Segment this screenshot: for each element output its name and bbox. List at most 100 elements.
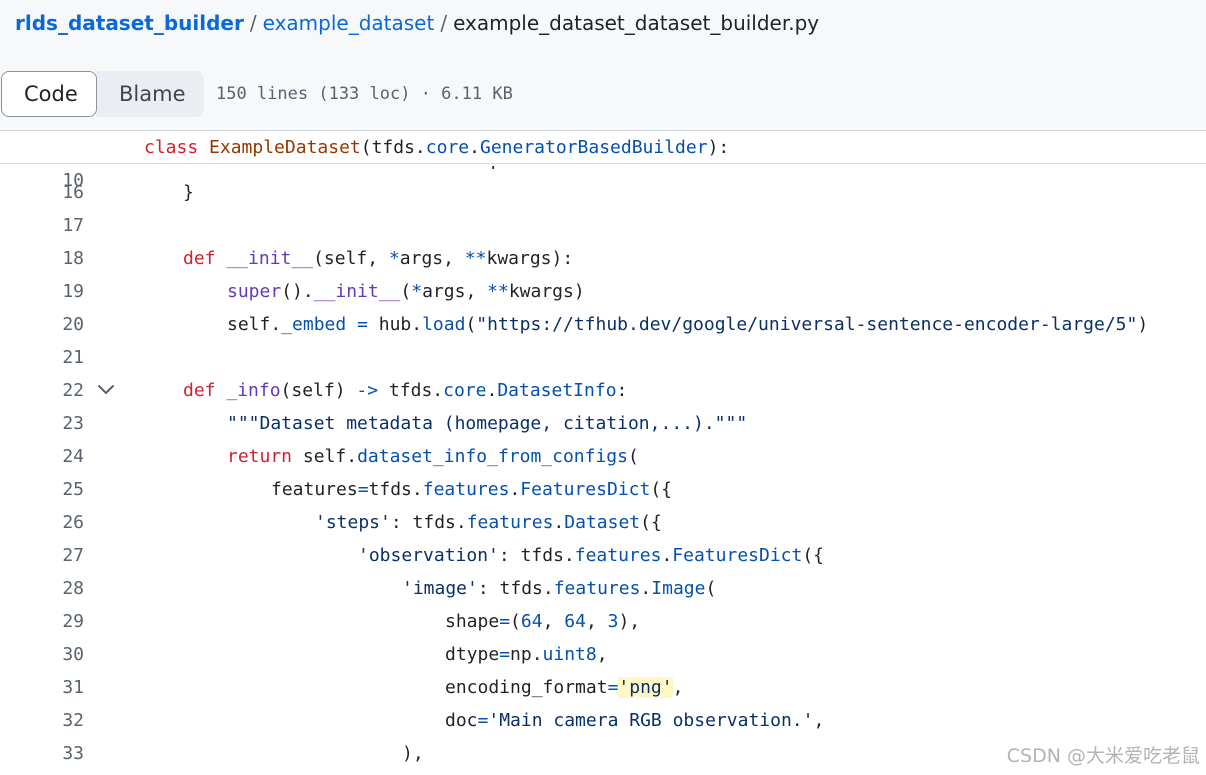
line-number[interactable]: 18 xyxy=(0,242,84,275)
code-token: uint8 xyxy=(542,644,597,665)
code-token: . xyxy=(486,380,498,401)
code-token: = xyxy=(607,677,619,698)
code-line-content: 'image': tfds.features.Image( xyxy=(144,572,716,605)
code-token: tfds. xyxy=(378,380,444,401)
code-line: 17 xyxy=(0,209,1206,242)
code-token: dtype xyxy=(445,644,500,665)
code-token: dataset_info_from_configs xyxy=(357,446,628,467)
code-line-content: super().__init__(*args, **kwargs) xyxy=(144,275,585,308)
code-token: ** xyxy=(487,281,509,302)
code-token: __init__ xyxy=(226,248,314,269)
code-line: 21 xyxy=(0,341,1206,374)
line-number[interactable]: 20 xyxy=(0,308,84,341)
line-number[interactable]: 21 xyxy=(0,341,84,374)
line-number[interactable]: 33 xyxy=(0,737,84,770)
code-token: , xyxy=(813,710,825,731)
code-token: . xyxy=(640,578,652,599)
file-toolbar: Code Blame 150 lines (133 loc) · 6.11 KB xyxy=(0,57,1206,131)
breadcrumb-folder-link[interactable]: example_dataset xyxy=(263,11,435,35)
code-token: * xyxy=(411,281,423,302)
breadcrumb-separator: / xyxy=(249,11,257,35)
code-token: 'observation' xyxy=(358,545,499,566)
code-line-content: def __init__(self, *args, **kwargs): xyxy=(144,242,573,275)
code-token: . xyxy=(509,479,521,500)
line-number[interactable]: 23 xyxy=(0,407,84,440)
code-token: features xyxy=(271,479,358,500)
code-token: self. xyxy=(292,446,358,467)
line-number[interactable]: 27 xyxy=(0,539,84,572)
code-token: ( xyxy=(705,578,717,599)
line-number[interactable]: 26 xyxy=(0,506,84,539)
line-number[interactable]: 24 xyxy=(0,440,84,473)
line-number[interactable]: 30 xyxy=(0,638,84,671)
code-token: kwargs): xyxy=(486,248,574,269)
line-number[interactable]: 19 xyxy=(0,275,84,308)
code-line: 20 self._embed = hub.load("https://tfhub.… xyxy=(0,308,1206,341)
code-token: hub. xyxy=(367,314,423,335)
code-token: shape xyxy=(445,611,500,632)
line-number[interactable]: 29 xyxy=(0,605,84,638)
code-token: DatasetInfo xyxy=(497,380,617,401)
partial-line-peek: ) xyxy=(487,166,498,169)
code-token: core xyxy=(425,137,470,158)
code-tab-button[interactable]: Code xyxy=(1,71,97,117)
code-token: ExampleDataset xyxy=(209,137,361,158)
code-token: 64 xyxy=(564,611,586,632)
code-line: 16} xyxy=(0,176,1206,209)
code-token: , xyxy=(542,611,565,632)
code-token: kwargs) xyxy=(508,281,585,302)
code-line: 32 doc='Main camera RGB observation.', xyxy=(0,704,1206,737)
code-line: 28 'image': tfds.features.Image( xyxy=(0,572,1206,605)
code-view[interactable]: ) 16}1718def __init__(self, *args, **kwa… xyxy=(0,166,1206,775)
code-line: 19 super().__init__(*args, **kwargs) xyxy=(0,275,1206,308)
code-token: Image xyxy=(651,578,706,599)
code-token: , xyxy=(585,611,608,632)
code-line-content: features=tfds.features.FeaturesDict({ xyxy=(144,473,672,506)
code-line-content: shape=(64, 64, 3), xyxy=(144,605,640,638)
code-token: (self) xyxy=(280,380,357,401)
code-token: "https://tfhub.dev/google/universal-sent… xyxy=(476,314,1138,335)
code-token: class xyxy=(144,137,199,158)
code-token: ), xyxy=(618,611,641,632)
code-line-content: encoding_format='png', xyxy=(144,671,683,704)
code-line-content: return self.dataset_info_from_configs( xyxy=(144,440,639,473)
line-number[interactable]: 32 xyxy=(0,704,84,737)
code-token: ) xyxy=(1137,314,1149,335)
code-token: features xyxy=(574,545,662,566)
code-token: (tfds. xyxy=(360,137,426,158)
code-token: ( xyxy=(465,314,477,335)
code-token: -> xyxy=(356,380,379,401)
line-number[interactable]: 22 xyxy=(0,374,84,407)
code-token: doc xyxy=(445,710,478,731)
code-token: = xyxy=(499,644,511,665)
code-token: ), xyxy=(402,743,424,764)
code-token: 'Main camera RGB observation.' xyxy=(488,710,814,731)
code-token: args, xyxy=(422,281,488,302)
code-token: core xyxy=(443,380,487,401)
code-token: _info xyxy=(226,380,281,401)
sticky-scroll-line: 10 class ExampleDataset(tfds.core.Genera… xyxy=(0,131,1206,191)
line-number[interactable]: 31 xyxy=(0,671,84,704)
code-token: ( xyxy=(400,281,412,302)
code-token: ): xyxy=(707,137,730,158)
code-token: . xyxy=(661,545,673,566)
code-token: ( xyxy=(628,446,639,467)
code-token: = xyxy=(499,611,511,632)
breadcrumb-separator: / xyxy=(440,11,448,35)
code-token: ** xyxy=(464,248,487,269)
code-token: . xyxy=(469,137,480,158)
code-line-content: } xyxy=(144,176,194,209)
line-number[interactable]: 25 xyxy=(0,473,84,506)
code-token: 64 xyxy=(520,611,543,632)
line-number[interactable]: 28 xyxy=(0,572,84,605)
code-token: def xyxy=(183,380,216,401)
fold-chevron-down-icon[interactable] xyxy=(97,383,115,397)
code-token: (self, xyxy=(313,248,389,269)
code-token: . xyxy=(553,512,565,533)
line-number[interactable]: 10 xyxy=(0,164,84,197)
breadcrumb-repo-link[interactable]: rlds_dataset_builder xyxy=(15,11,244,35)
code-line-content: """Dataset metadata (homepage, citation,… xyxy=(144,407,747,440)
blame-tab-button[interactable]: Blame xyxy=(96,71,204,117)
code-token: features xyxy=(553,578,641,599)
